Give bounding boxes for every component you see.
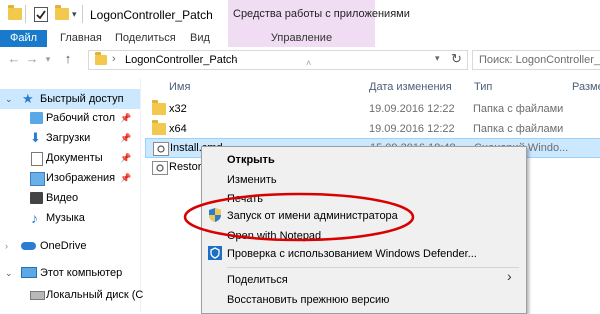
window-title: LogonController_Patch	[90, 8, 213, 22]
contextual-header-label: Средства работы с приложениями	[233, 8, 410, 20]
tab-manage[interactable]: Управление	[228, 30, 375, 47]
folder-icon	[8, 5, 22, 20]
nav-this-pc[interactable]: ⌄ Этот компьютер	[0, 263, 140, 283]
file-type: Папка с файлами	[473, 123, 564, 135]
picture-icon	[30, 172, 45, 186]
folder-icon	[95, 52, 107, 65]
nav-item-documents[interactable]: Документы 📌	[0, 148, 140, 168]
nav-item-downloads[interactable]: ⬇ Загрузки 📌	[0, 128, 140, 148]
forward-arrow-icon[interactable]: →	[24, 50, 40, 68]
nav-label: Изображения	[46, 172, 116, 184]
nav-item-music[interactable]: ♪ Музыка	[0, 208, 140, 228]
pin-icon[interactable]: 📌	[120, 168, 131, 188]
nav-label: Видео	[46, 192, 79, 204]
script-file-icon	[152, 161, 168, 175]
pane-divider[interactable]	[140, 78, 141, 312]
divider	[82, 5, 83, 23]
file-row[interactable]: x64 19.09.2016 12:22 Папка с файлами	[145, 119, 600, 139]
address-bar[interactable]: › LogonController_Patch › ▾ ↻	[88, 50, 468, 70]
submenu-arrow-icon: ›	[507, 268, 512, 284]
cloud-icon	[21, 242, 36, 250]
shield-outline-icon	[210, 247, 220, 259]
defender-icon	[208, 246, 222, 260]
menu-item-edit[interactable]: Изменить	[227, 170, 277, 190]
annotation-ellipse	[183, 192, 415, 242]
computer-icon	[21, 267, 37, 278]
download-arrow-icon: ⬇	[30, 130, 41, 145]
music-note-icon: ♪	[31, 210, 38, 226]
address-dropdown-icon[interactable]: ▾	[435, 53, 440, 64]
star-icon: ★	[22, 91, 34, 106]
up-arrow-icon[interactable]: ↑	[60, 50, 76, 68]
tab-share[interactable]: Поделиться	[115, 30, 176, 47]
chevron-down-icon[interactable]: ⌄	[5, 89, 13, 109]
nav-label: Локальный диск (С	[46, 289, 144, 301]
pin-icon[interactable]: 📌	[120, 148, 131, 168]
file-row[interactable]: x32 19.09.2016 12:22 Папка с файлами	[145, 99, 600, 119]
folder-icon	[152, 120, 166, 135]
divider	[25, 5, 26, 23]
file-date: 19.09.2016 12:22	[369, 103, 455, 115]
chevron-right-icon[interactable]: ›	[5, 236, 8, 256]
breadcrumb-chevron-icon[interactable]: ›	[234, 53, 238, 65]
column-header-date[interactable]: Дата изменения	[369, 78, 452, 96]
nav-label: Этот компьютер	[40, 267, 123, 279]
desktop-icon	[30, 112, 43, 124]
sort-arrow-icon: ˄	[306, 58, 312, 68]
breadcrumb-item[interactable]: LogonController_Patch	[125, 54, 238, 66]
nav-item-pictures[interactable]: Изображения 📌	[0, 168, 140, 188]
column-header-size[interactable]: Разме	[572, 78, 600, 96]
gear-icon	[157, 145, 165, 153]
file-name: x32	[169, 103, 187, 115]
quick-access-dropdown-icon[interactable]: ▾	[72, 9, 77, 20]
nav-label: Документы	[46, 152, 103, 164]
file-type: Папка с файлами	[473, 103, 564, 115]
menu-item-defender-scan[interactable]: Проверка с использованием Windows Defend…	[227, 244, 477, 264]
nav-onedrive[interactable]: › OneDrive	[0, 236, 140, 256]
document-icon	[31, 152, 43, 166]
nav-label: Музыка	[46, 212, 85, 224]
search-input[interactable]: Поиск: LogonController_Patch	[472, 50, 600, 70]
nav-label: Загрузки	[46, 132, 91, 144]
checkmark-icon	[36, 10, 46, 20]
refresh-icon[interactable]: ↻	[451, 51, 462, 67]
nav-item-videos[interactable]: Видео	[0, 188, 140, 208]
drive-icon	[30, 291, 45, 300]
menu-item-open[interactable]: Открыть	[227, 150, 275, 170]
film-icon	[30, 192, 43, 204]
folder-icon	[152, 100, 166, 115]
file-name: x64	[169, 123, 187, 135]
pin-icon[interactable]: 📌	[120, 128, 131, 148]
nav-label: Быстрый доступ	[40, 93, 124, 105]
nav-label: OneDrive	[40, 240, 87, 252]
nav-quick-access[interactable]: ⌄ ★ Быстрый доступ	[0, 89, 140, 109]
gear-icon	[156, 164, 164, 172]
script-file-icon	[153, 142, 169, 156]
back-arrow-icon[interactable]: ←	[6, 50, 22, 68]
column-header-type[interactable]: Тип	[474, 78, 492, 96]
nav-label: Рабочий стол	[46, 112, 116, 124]
recent-dropdown-icon[interactable]: ▾	[40, 50, 56, 68]
file-date: 19.09.2016 12:22	[369, 123, 455, 135]
pin-icon[interactable]: 📌	[120, 108, 131, 128]
nav-item-desktop[interactable]: Рабочий стол 📌	[0, 108, 140, 128]
column-header-name[interactable]: Имя	[169, 78, 190, 96]
tab-home[interactable]: Главная	[60, 30, 102, 47]
nav-local-disk[interactable]: Локальный диск (С	[0, 285, 144, 305]
tab-file[interactable]: Файл	[0, 30, 47, 47]
properties-icon[interactable]	[34, 7, 48, 22]
chevron-down-icon[interactable]: ⌄	[5, 263, 13, 283]
search-placeholder: Поиск: LogonController_Patch	[479, 54, 600, 66]
new-folder-icon[interactable]	[55, 5, 69, 20]
contextual-tab-header: Средства работы с приложениями	[228, 0, 410, 30]
tab-view[interactable]: Вид	[190, 30, 210, 47]
menu-item-restore-previous[interactable]: Восстановить прежнюю версию	[227, 290, 389, 310]
breadcrumb-chevron-icon[interactable]: ›	[112, 53, 116, 65]
menu-separator	[227, 267, 519, 268]
menu-item-share[interactable]: Поделиться	[227, 270, 288, 290]
